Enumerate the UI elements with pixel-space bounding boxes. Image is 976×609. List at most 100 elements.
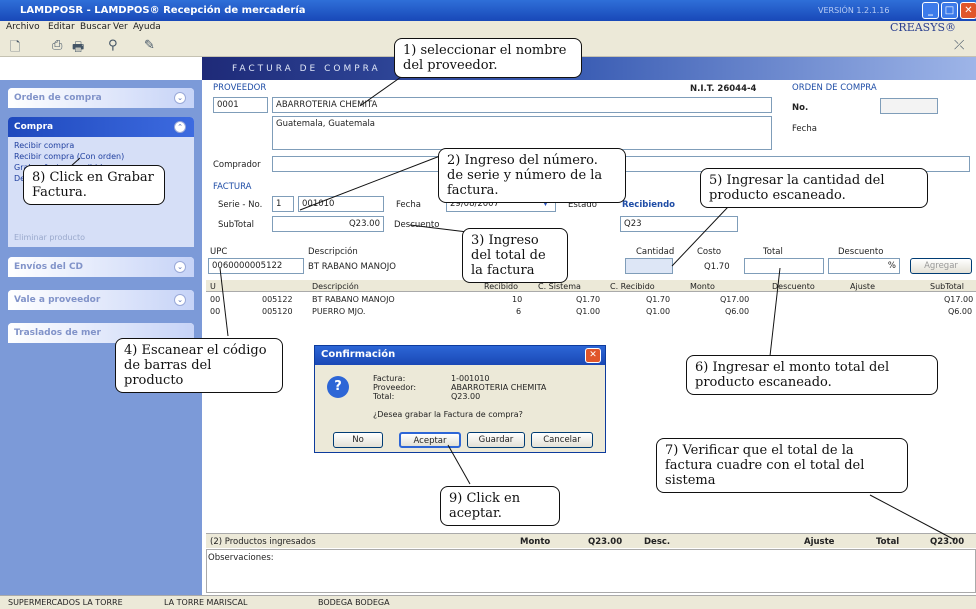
dialog-factura-value: 1-001010 — [451, 374, 490, 383]
costo-value: Q1.70 — [704, 262, 730, 272]
cell-desc: BT RABANO MANOJO — [312, 295, 395, 304]
cell-subtotal: Q6.00 — [948, 307, 973, 316]
cell-csistema: Q1.70 — [576, 295, 601, 304]
menu-bar: Archivo Editar Buscar Ver Ayuda CREASYS® — [0, 21, 976, 34]
callout-6: 6) Ingresar el monto total del producto … — [686, 355, 938, 395]
callout-2: 2) Ingreso del número. de serie y número… — [438, 148, 626, 203]
grid-col-recibido: Recibido — [484, 282, 519, 291]
aceptar-button[interactable]: Aceptar — [399, 432, 461, 448]
fecha-label: Fecha — [396, 200, 421, 210]
cell-subtotal: Q17.00 — [944, 295, 974, 304]
panel-title: Envíos del CD — [14, 262, 84, 272]
comprador-label: Comprador — [213, 160, 261, 170]
monto-label: Monto — [520, 537, 551, 547]
chevron-down-icon[interactable]: ⌄ — [174, 92, 186, 104]
dialog-question: ¿Desea grabar la Factura de compra? — [373, 410, 523, 419]
edit-icon[interactable]: ✎ — [144, 38, 155, 53]
cell-csistema: Q1.00 — [576, 307, 601, 316]
proveedor-address-field[interactable]: Guatemala, Guatemala — [272, 116, 772, 150]
cell-crecibido: Q1.70 — [646, 295, 671, 304]
callout-7: 7) Verificar que el total de la factura … — [656, 438, 908, 493]
agregar-button[interactable]: Agregar — [910, 258, 972, 274]
pin-icon[interactable]: ⤫ — [954, 38, 964, 53]
proveedor-code-field[interactable]: 0001 — [213, 97, 268, 113]
cell-upc-prefix: 00 — [210, 295, 221, 304]
grid-col-subtotal: SubTotal — [930, 282, 964, 291]
chevron-up-icon[interactable]: ⌃ — [174, 121, 186, 133]
factura-label: FACTURA — [213, 182, 252, 192]
observaciones-field[interactable] — [206, 549, 976, 593]
desc-total-label: Desc. — [644, 537, 671, 547]
subtotal-label: SubTotal — [218, 220, 255, 230]
cell-recibido: 6 — [516, 307, 522, 316]
menu-buscar[interactable]: Buscar — [80, 22, 111, 32]
panel-orden-compra[interactable]: Orden de compra ⌄ — [8, 88, 194, 108]
nit-label: N.I.T. 26044-4 — [690, 84, 757, 94]
cell-recibido: 10 — [512, 295, 523, 304]
cell-upc-suffix: 005122 — [262, 295, 293, 304]
sidebar-item-eliminar[interactable]: Eliminar producto — [14, 232, 194, 243]
dialog-close-icon[interactable]: ✕ — [585, 348, 601, 363]
chevron-down-icon[interactable]: ⌄ — [174, 261, 186, 273]
preview-icon[interactable]: ⎙ — [52, 38, 62, 53]
numero-field[interactable]: 001010 — [298, 196, 384, 212]
ajuste-label: Ajuste — [804, 537, 835, 547]
desc-header: Descripción — [308, 247, 358, 257]
upc-input[interactable]: 0060000005122 — [208, 258, 304, 274]
grid-col-monto: Monto — [690, 282, 715, 291]
cell-upc-prefix: 00 — [210, 307, 221, 316]
search-icon[interactable]: ⚲ — [108, 38, 118, 53]
status-store: LA TORRE MARISCAL — [164, 598, 248, 607]
dialog-proveedor-value: ABARROTERIA CHEMITA — [451, 383, 547, 392]
orden-label: ORDEN DE COMPRA — [792, 83, 877, 93]
descuento-input[interactable]: % — [828, 258, 900, 274]
menu-editar[interactable]: Editar — [48, 22, 75, 32]
grid-col-csistema: C. Sistema — [538, 282, 581, 291]
maximize-icon[interactable]: □ — [941, 2, 958, 19]
cantidad-input[interactable] — [625, 258, 673, 274]
version-label: VERSIÓN 1.2.1.16 — [818, 6, 890, 15]
form-banner: FACTURA DE COMPRA — [202, 57, 976, 80]
menu-ayuda[interactable]: Ayuda — [133, 22, 161, 32]
sidebar-item-recibir-compra[interactable]: Recibir compra — [14, 140, 194, 151]
subtotal-field[interactable]: Q23.00 — [272, 216, 384, 232]
dialog-factura-label: Factura: — [373, 374, 406, 383]
print-icon[interactable]: 🖶 — [72, 38, 84, 60]
confirm-dialog: Confirmación ✕ ? Factura: 1-001010 Prove… — [314, 345, 606, 453]
proveedor-name-field[interactable]: ABARROTERIA CHEMITA — [272, 97, 772, 113]
new-icon[interactable]: 🗋 — [10, 38, 20, 60]
serie-field[interactable]: 1 — [272, 196, 294, 212]
productos-count: (2) Productos ingresados — [210, 537, 316, 547]
status-company: SUPERMERCADOS LA TORRE — [8, 598, 123, 607]
status-warehouse: BODEGA BODEGA — [318, 598, 390, 607]
upc-header: UPC — [210, 247, 228, 257]
descuento-label: Descuento — [394, 220, 440, 230]
cancelar-button[interactable]: Cancelar — [531, 432, 593, 448]
grid-col-crecibido: C. Recibido — [610, 282, 655, 291]
no-button[interactable]: No — [333, 432, 383, 448]
cantidad-header: Cantidad — [636, 247, 675, 257]
descuento-header: Descuento — [838, 247, 884, 257]
total-label: Total — [876, 537, 900, 547]
monto-input[interactable] — [744, 258, 824, 274]
panel-vale[interactable]: Vale a proveedor ⌄ — [8, 290, 194, 310]
panel-title: Compra — [14, 122, 54, 132]
sidebar-item-recibir-con-orden[interactable]: Recibir compra (Con orden) — [14, 151, 194, 162]
menu-ver[interactable]: Ver — [113, 22, 128, 32]
callout-1: 1) seleccionar el nombre del proveedor. — [394, 38, 582, 78]
chevron-down-icon[interactable]: ⌄ — [174, 294, 186, 306]
cell-upc-suffix: 005120 — [262, 307, 293, 316]
window-title: LAMDPOSR - LAMDPOS® Recepción de mercade… — [20, 5, 306, 16]
panel-title: Traslados de mer — [14, 328, 101, 338]
orden-no-field[interactable] — [880, 98, 938, 114]
panel-title: Orden de compra — [14, 93, 102, 103]
guardar-button[interactable]: Guardar — [467, 432, 525, 448]
cell-monto: Q17.00 — [720, 295, 750, 304]
minimize-icon[interactable]: _ — [922, 2, 939, 19]
title-bar: LAMDPOSR - LAMDPOS® Recepción de mercade… — [0, 0, 976, 21]
close-icon[interactable]: ✕ — [960, 2, 976, 19]
panel-envios[interactable]: Envíos del CD ⌄ — [8, 257, 194, 277]
menu-archivo[interactable]: Archivo — [6, 22, 40, 32]
question-icon: ? — [327, 376, 349, 398]
total-field[interactable]: Q23 — [620, 216, 738, 232]
